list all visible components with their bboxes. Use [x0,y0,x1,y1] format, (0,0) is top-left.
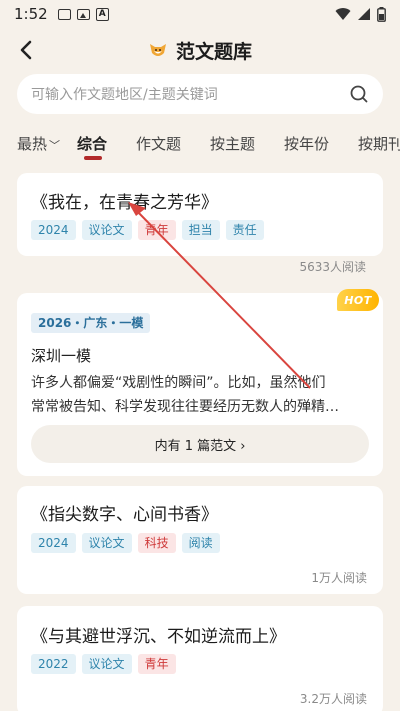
essay-title: 《指尖数字、心间书香》 [31,505,218,525]
tag-list: 2026・广东・一模 [31,313,151,333]
gallery-icon [76,8,90,20]
tag-keyword: 担当 [181,220,220,240]
fox-logo-icon [149,44,166,56]
tag-theme: 科技 [137,533,176,553]
tab-hottest[interactable]: 最热 ﹀ [17,133,60,154]
tag-list: 2024 议论文 科技 阅读 [31,533,220,553]
tag-genre: 议论文 [81,533,132,553]
tab-by-theme[interactable]: 按主题 [210,133,255,154]
page-title: 范文题库 [175,40,252,63]
nav-title-group: 范文题库 [148,37,252,64]
topic-card[interactable]: HOT 2026・广东・一模 深圳一模 许多人都偏爱“戏剧性的瞬间”。比如，虽然… [17,289,383,476]
view-essays-button[interactable]: 内有 1 篇范文 › [31,425,369,463]
tag-exam-source: 2026・广东・一模 [31,313,151,333]
status-bar: 1:52 A [0,0,400,28]
active-tab-indicator [84,156,102,160]
chevron-left-icon [20,40,32,60]
read-count: 1万人阅读 [311,571,367,585]
status-notification-icons: A [57,7,109,21]
tag-year: 2022 [31,654,76,674]
essay-card[interactable]: 《我在，在青春之芳华》 2024 议论文 青年 担当 责任 [17,173,383,256]
tag-list: 2024 议论文 青年 担当 责任 [31,220,264,240]
tag-theme: 青年 [137,220,176,240]
tag-list: 2022 议论文 青年 [31,654,176,674]
tab-bar: 最热 ﹀ 综合 作文题 按主题 按年份 按期刊 [0,124,400,164]
topic-body: 许多人都偏爱“戏剧性的瞬间”。比如，虽然他们 常常被告知、科学发现往往要经历无数… [31,371,371,419]
essay-title: 《我在，在青春之芳华》 [31,193,218,213]
tag-year: 2024 [31,533,76,553]
status-time: 1:52 [14,5,48,23]
hot-badge: HOT [337,289,379,311]
tab-essay-topic[interactable]: 作文题 [136,133,181,154]
essay-title: 《与其避世浮沉、不如逆流而上》 [31,627,286,647]
tab-comprehensive[interactable]: 综合 [77,133,107,154]
search-input[interactable]: 可输入作文题地区/主题关键词 [31,84,349,104]
signal-icon [358,8,370,20]
chevron-down-icon: ﹀ [49,139,61,152]
tag-keyword: 阅读 [181,533,220,553]
read-count: 3.2万人阅读 [299,692,367,706]
font-a-icon: A [95,7,109,21]
read-count: 5633人阅读 [299,260,366,274]
topic-body-line: 常常被告知、科学发现往往要经历无数人的殚精… [31,399,339,415]
tag-year: 2024 [31,220,76,240]
topic-body-line: 许多人都偏爱“戏剧性的瞬间”。比如，虽然他们 [31,375,326,391]
search-icon[interactable] [349,84,369,104]
tab-by-year[interactable]: 按年份 [284,133,329,154]
nav-bar: 范文题库 [0,28,400,72]
battery-icon [377,6,386,22]
search-bar[interactable]: 可输入作文题地区/主题关键词 [17,74,383,114]
topic-subtitle: 深圳一模 [31,347,92,365]
tab-by-journal[interactable]: 按期刊 [358,133,400,154]
tag-genre: 议论文 [81,654,132,674]
wifi-icon [335,8,351,20]
back-button[interactable] [12,36,40,64]
tag-theme: 青年 [137,654,176,674]
essay-card[interactable]: 《与其避世浮沉、不如逆流而上》 2022 议论文 青年 3.2万人阅读 [17,606,383,711]
tag-keyword: 责任 [225,220,264,240]
notification-square-icon [57,8,71,20]
essay-card[interactable]: 《指尖数字、心间书香》 2024 议论文 科技 阅读 1万人阅读 [17,486,383,594]
tag-genre: 议论文 [81,220,132,240]
status-system-icons [335,6,386,22]
